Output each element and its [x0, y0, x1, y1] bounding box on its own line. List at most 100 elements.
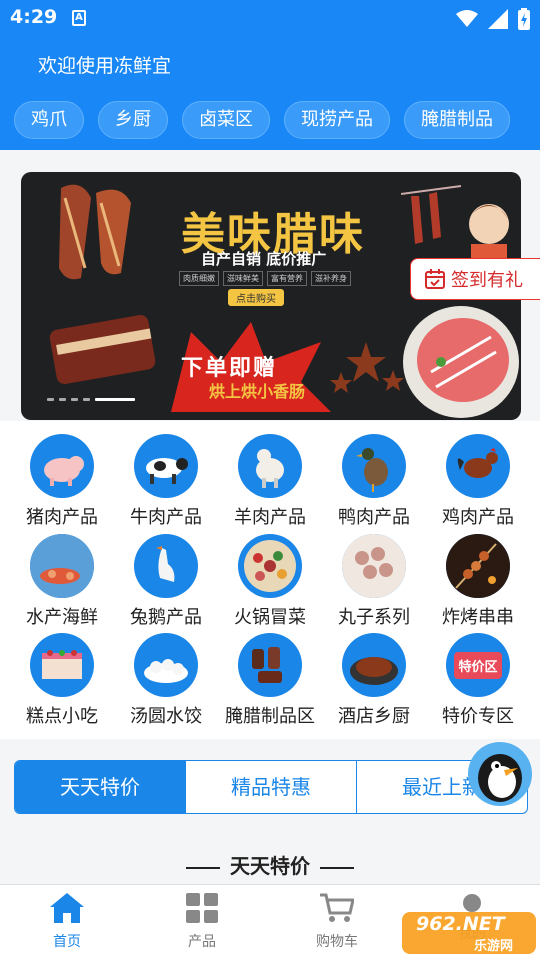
pagination-dot: [47, 398, 54, 401]
category-rabbit-goose[interactable]: 兔鹅产品: [114, 534, 218, 629]
cart-icon: [320, 893, 355, 922]
category-dumplings[interactable]: 汤圆水饺: [114, 633, 218, 728]
signal-icon: [488, 9, 508, 29]
pagination-dot: [59, 398, 66, 401]
banner-buy-button[interactable]: 点击购买: [228, 289, 284, 306]
nav-home[interactable]: 首页: [27, 893, 107, 951]
category-meatballs[interactable]: 丸子系列: [322, 534, 426, 629]
category-label: 酒店乡厨: [338, 706, 410, 727]
cow-icon: [134, 434, 198, 498]
rooster-icon: [446, 434, 510, 498]
home-icon: [50, 893, 84, 923]
banner-pagination: [47, 398, 135, 401]
star-anise-image: [330, 342, 404, 393]
category-label: 火锅冒菜: [234, 607, 306, 628]
category-label: 鸭肉产品: [338, 507, 410, 528]
category-bbq-skewers[interactable]: 炸烤串串: [426, 534, 530, 629]
sliced-meat-plate: [403, 306, 519, 418]
pagination-dot: [71, 398, 78, 401]
bacon-image: [49, 315, 156, 385]
heading-divider: [320, 866, 354, 869]
category-label: 糕点小吃: [26, 706, 98, 727]
chip-country-kitchen[interactable]: 乡厨: [98, 101, 168, 139]
hotpot-icon: [238, 534, 302, 598]
seafood-icon: [30, 534, 94, 598]
cake-icon: [30, 633, 94, 697]
category-beef[interactable]: 牛肉产品: [114, 434, 218, 529]
watermark-bottom-text: 乐游网: [474, 939, 514, 954]
watermark-top-text: 962.NET: [416, 913, 505, 935]
banner-tag: 滋补养身: [311, 271, 351, 286]
calendar-check-icon: [425, 269, 445, 289]
category-hotpot[interactable]: 火锅冒菜: [218, 534, 322, 629]
checkin-reward-button[interactable]: 签到有礼: [410, 258, 540, 300]
wifi-icon: [456, 10, 478, 27]
quick-category-chips: 鸡爪 乡厨 卤菜区 现捞产品 腌腊制品: [14, 101, 510, 139]
category-label: 猪肉产品: [26, 507, 98, 528]
welcome-text: 欢迎使用冻鲜宜: [38, 55, 172, 77]
deal-tabs: 天天特价 精品特惠 最近上新: [14, 760, 528, 814]
penguin-mascot-icon[interactable]: [462, 738, 538, 808]
goose-icon: [134, 534, 198, 598]
nav-products[interactable]: 产品: [162, 893, 242, 951]
category-cured-meats[interactable]: 腌腊制品区: [218, 633, 322, 728]
category-pork[interactable]: 猪肉产品: [10, 434, 114, 529]
category-duck[interactable]: 鸭肉产品: [322, 434, 426, 529]
goat-icon: [238, 434, 302, 498]
pig-icon: [30, 434, 94, 498]
category-lamb[interactable]: 羊肉产品: [218, 434, 322, 529]
app-header: 4:29 A 欢迎使用冻鲜宜 鸡爪 乡厨 卤菜区 现捞产品 腌腊制品: [0, 0, 540, 150]
nav-cart[interactable]: 购物车: [297, 893, 377, 951]
category-seafood[interactable]: 水产海鲜: [10, 534, 114, 629]
category-label: 丸子系列: [338, 607, 410, 628]
notification-a-icon: A: [72, 10, 86, 26]
nav-label: 产品: [188, 934, 216, 950]
category-grid: 猪肉产品 牛肉产品 羊肉产品 鸭肉产品 鸡肉产品 水产海鲜 兔鹅产品 火锅冒菜 …: [0, 421, 540, 739]
tab-premium-deals[interactable]: 精品特惠: [186, 761, 357, 813]
banner-promo-subtext: 烘上烘小香肠: [209, 382, 306, 401]
category-label: 腌腊制品区: [225, 706, 315, 727]
battery-icon: [518, 8, 530, 30]
dumpling-icon: [134, 633, 198, 697]
category-label: 羊肉产品: [234, 507, 306, 528]
tab-daily-special[interactable]: 天天特价: [15, 761, 186, 813]
grid-icon: [186, 893, 218, 923]
banner-tags: 肉质细嫩 滋味鲜美 富有营养 滋补养身: [179, 271, 351, 286]
category-chicken[interactable]: 鸡肉产品: [426, 434, 530, 529]
banner-tag: 富有营养: [267, 271, 307, 286]
banner-tag: 肉质细嫩: [179, 271, 219, 286]
special-offer-icon: 特价区: [446, 633, 510, 697]
category-hotel-country[interactable]: 酒店乡厨: [322, 633, 426, 728]
chip-braised-dishes[interactable]: 卤菜区: [182, 101, 270, 139]
section-title-text: 天天特价: [230, 854, 310, 878]
banner-subtitle: 自产自销 底价推广: [201, 250, 327, 268]
checkin-label: 签到有礼: [451, 270, 523, 291]
status-time: 4:29: [10, 6, 58, 28]
pagination-dot-active: [95, 398, 135, 401]
category-special-offers[interactable]: 特价区 特价专区: [426, 633, 530, 728]
category-snacks[interactable]: 糕点小吃: [10, 633, 114, 728]
braised-dish-icon: [342, 633, 406, 697]
category-label: 牛肉产品: [130, 507, 202, 528]
pagination-dot: [83, 398, 90, 401]
category-label: 炸烤串串: [442, 607, 514, 628]
section-heading: 天天特价: [0, 850, 540, 879]
chip-fresh-products[interactable]: 现捞产品: [284, 101, 390, 139]
banner-tag: 滋味鲜美: [223, 271, 263, 286]
cured-meat-image: [59, 184, 131, 280]
status-icons: [456, 8, 530, 30]
nav-label: 首页: [53, 934, 81, 950]
category-label: 特价专区: [442, 706, 514, 727]
category-label: 鸡肉产品: [442, 507, 514, 528]
status-bar: 4:29 A: [0, 0, 540, 38]
skewer-icon: [446, 534, 510, 598]
category-label: 汤圆水饺: [130, 706, 202, 727]
category-label: 兔鹅产品: [130, 607, 202, 628]
chip-chicken-feet[interactable]: 鸡爪: [14, 101, 84, 139]
special-offer-badge: 特价区: [454, 651, 502, 679]
category-label: 水产海鲜: [26, 607, 98, 628]
chip-cured-products[interactable]: 腌腊制品: [404, 101, 510, 139]
nav-label: 购物车: [316, 934, 358, 950]
heading-divider: [186, 866, 220, 869]
cured-meat-icon: [238, 633, 302, 697]
